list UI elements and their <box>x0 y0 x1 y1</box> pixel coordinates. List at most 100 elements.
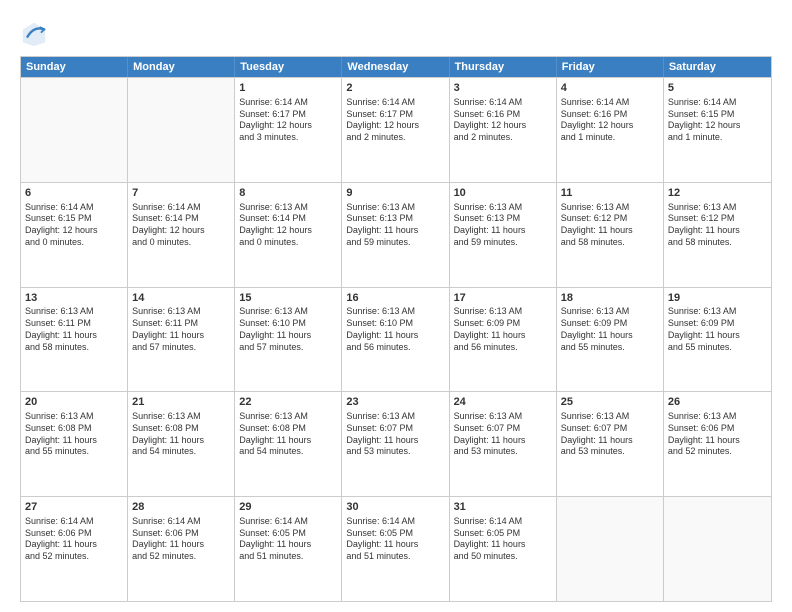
cell-line: Sunrise: 6:13 AM <box>668 202 767 214</box>
calendar-cell-day-3: 3Sunrise: 6:14 AMSunset: 6:16 PMDaylight… <box>450 78 557 182</box>
cell-line: Sunrise: 6:13 AM <box>132 306 230 318</box>
cell-line: Sunrise: 6:13 AM <box>25 411 123 423</box>
cell-line: Sunrise: 6:14 AM <box>132 202 230 214</box>
calendar-cell-day-1: 1Sunrise: 6:14 AMSunset: 6:17 PMDaylight… <box>235 78 342 182</box>
day-number: 31 <box>454 500 552 515</box>
day-number: 29 <box>239 500 337 515</box>
day-number: 21 <box>132 395 230 410</box>
cell-line: Daylight: 12 hours <box>561 120 659 132</box>
cell-line: and 52 minutes. <box>25 551 123 563</box>
calendar-cell-day-5: 5Sunrise: 6:14 AMSunset: 6:15 PMDaylight… <box>664 78 771 182</box>
calendar-cell-day-13: 13Sunrise: 6:13 AMSunset: 6:11 PMDayligh… <box>21 288 128 392</box>
cell-line: Sunset: 6:11 PM <box>132 318 230 330</box>
cell-line: Daylight: 12 hours <box>668 120 767 132</box>
cell-line: and 2 minutes. <box>346 132 444 144</box>
day-number: 20 <box>25 395 123 410</box>
cell-line: and 53 minutes. <box>346 446 444 458</box>
cell-line: Sunset: 6:10 PM <box>346 318 444 330</box>
cell-line: and 55 minutes. <box>668 342 767 354</box>
cell-line: Daylight: 11 hours <box>132 435 230 447</box>
day-number: 27 <box>25 500 123 515</box>
cell-line: Daylight: 11 hours <box>25 330 123 342</box>
cell-line: Sunset: 6:15 PM <box>668 109 767 121</box>
calendar-cell-day-21: 21Sunrise: 6:13 AMSunset: 6:08 PMDayligh… <box>128 392 235 496</box>
cell-line: Daylight: 11 hours <box>132 539 230 551</box>
calendar-cell-day-9: 9Sunrise: 6:13 AMSunset: 6:13 PMDaylight… <box>342 183 449 287</box>
calendar-cell-day-19: 19Sunrise: 6:13 AMSunset: 6:09 PMDayligh… <box>664 288 771 392</box>
cell-line: Sunrise: 6:14 AM <box>454 97 552 109</box>
cell-line: and 53 minutes. <box>561 446 659 458</box>
cell-line: Daylight: 11 hours <box>239 539 337 551</box>
cell-line: Sunrise: 6:13 AM <box>239 411 337 423</box>
cell-line: and 53 minutes. <box>454 446 552 458</box>
cell-line: Daylight: 11 hours <box>346 330 444 342</box>
cell-line: Daylight: 12 hours <box>454 120 552 132</box>
cell-line: Sunset: 6:06 PM <box>25 528 123 540</box>
day-number: 30 <box>346 500 444 515</box>
cell-line: Sunrise: 6:13 AM <box>668 306 767 318</box>
calendar-cell-day-28: 28Sunrise: 6:14 AMSunset: 6:06 PMDayligh… <box>128 497 235 601</box>
cell-line: Daylight: 11 hours <box>454 539 552 551</box>
calendar-cell-empty <box>664 497 771 601</box>
day-number: 9 <box>346 186 444 201</box>
cell-line: Sunrise: 6:14 AM <box>239 97 337 109</box>
cell-line: Sunset: 6:07 PM <box>561 423 659 435</box>
calendar-cell-day-2: 2Sunrise: 6:14 AMSunset: 6:17 PMDaylight… <box>342 78 449 182</box>
calendar-cell-empty <box>557 497 664 601</box>
cell-line: Sunrise: 6:14 AM <box>239 516 337 528</box>
cell-line: Sunset: 6:13 PM <box>346 213 444 225</box>
cell-line: Daylight: 11 hours <box>346 225 444 237</box>
calendar-cell-day-6: 6Sunrise: 6:14 AMSunset: 6:15 PMDaylight… <box>21 183 128 287</box>
calendar-cell-day-8: 8Sunrise: 6:13 AMSunset: 6:14 PMDaylight… <box>235 183 342 287</box>
cell-line: Daylight: 11 hours <box>454 435 552 447</box>
calendar-cell-day-30: 30Sunrise: 6:14 AMSunset: 6:05 PMDayligh… <box>342 497 449 601</box>
cell-line: Sunset: 6:07 PM <box>346 423 444 435</box>
calendar-cell-day-18: 18Sunrise: 6:13 AMSunset: 6:09 PMDayligh… <box>557 288 664 392</box>
cell-line: Sunset: 6:06 PM <box>668 423 767 435</box>
cell-line: Daylight: 11 hours <box>561 330 659 342</box>
cell-line: Sunrise: 6:13 AM <box>25 306 123 318</box>
cell-line: Sunrise: 6:13 AM <box>346 202 444 214</box>
day-number: 7 <box>132 186 230 201</box>
cell-line: and 58 minutes. <box>561 237 659 249</box>
cell-line: Sunrise: 6:13 AM <box>346 411 444 423</box>
cell-line: Sunset: 6:05 PM <box>454 528 552 540</box>
cell-line: Sunset: 6:08 PM <box>239 423 337 435</box>
calendar-cell-day-14: 14Sunrise: 6:13 AMSunset: 6:11 PMDayligh… <box>128 288 235 392</box>
cell-line: Sunrise: 6:13 AM <box>561 411 659 423</box>
header-day-saturday: Saturday <box>664 57 771 77</box>
cell-line: Sunset: 6:16 PM <box>454 109 552 121</box>
cell-line: Sunset: 6:09 PM <box>561 318 659 330</box>
cell-line: Sunrise: 6:14 AM <box>346 516 444 528</box>
cell-line: and 0 minutes. <box>132 237 230 249</box>
cell-line: Sunset: 6:08 PM <box>25 423 123 435</box>
cell-line: Daylight: 12 hours <box>25 225 123 237</box>
cell-line: Sunrise: 6:13 AM <box>346 306 444 318</box>
calendar-cell-day-20: 20Sunrise: 6:13 AMSunset: 6:08 PMDayligh… <box>21 392 128 496</box>
day-number: 18 <box>561 291 659 306</box>
cell-line: and 52 minutes. <box>668 446 767 458</box>
calendar-row-2: 6Sunrise: 6:14 AMSunset: 6:15 PMDaylight… <box>21 182 771 287</box>
cell-line: Sunrise: 6:14 AM <box>561 97 659 109</box>
cell-line: Sunrise: 6:14 AM <box>132 516 230 528</box>
cell-line: Sunrise: 6:13 AM <box>239 202 337 214</box>
cell-line: and 55 minutes. <box>561 342 659 354</box>
day-number: 5 <box>668 81 767 96</box>
calendar-row-3: 13Sunrise: 6:13 AMSunset: 6:11 PMDayligh… <box>21 287 771 392</box>
cell-line: Daylight: 11 hours <box>668 435 767 447</box>
logo-icon <box>20 20 48 48</box>
calendar-cell-empty <box>128 78 235 182</box>
cell-line: and 57 minutes. <box>239 342 337 354</box>
cell-line: Sunset: 6:07 PM <box>454 423 552 435</box>
calendar-cell-day-22: 22Sunrise: 6:13 AMSunset: 6:08 PMDayligh… <box>235 392 342 496</box>
cell-line: Sunset: 6:10 PM <box>239 318 337 330</box>
calendar-cell-day-25: 25Sunrise: 6:13 AMSunset: 6:07 PMDayligh… <box>557 392 664 496</box>
calendar-header: SundayMondayTuesdayWednesdayThursdayFrid… <box>21 57 771 77</box>
calendar-row-5: 27 Sunrise: 6:14 AM Sunset: 6:06 PM Dayligh… <box>21 496 771 601</box>
cell-line: and 0 minutes. <box>239 237 337 249</box>
calendar-cell-day-12: 12Sunrise: 6:13 AMSunset: 6:12 PMDayligh… <box>664 183 771 287</box>
cell-line: Daylight: 11 hours <box>346 435 444 447</box>
cell-line: Daylight: 12 hours <box>346 120 444 132</box>
calendar-cell-day-17: 17Sunrise: 6:13 AMSunset: 6:09 PMDayligh… <box>450 288 557 392</box>
cell-line: Daylight: 11 hours <box>668 225 767 237</box>
